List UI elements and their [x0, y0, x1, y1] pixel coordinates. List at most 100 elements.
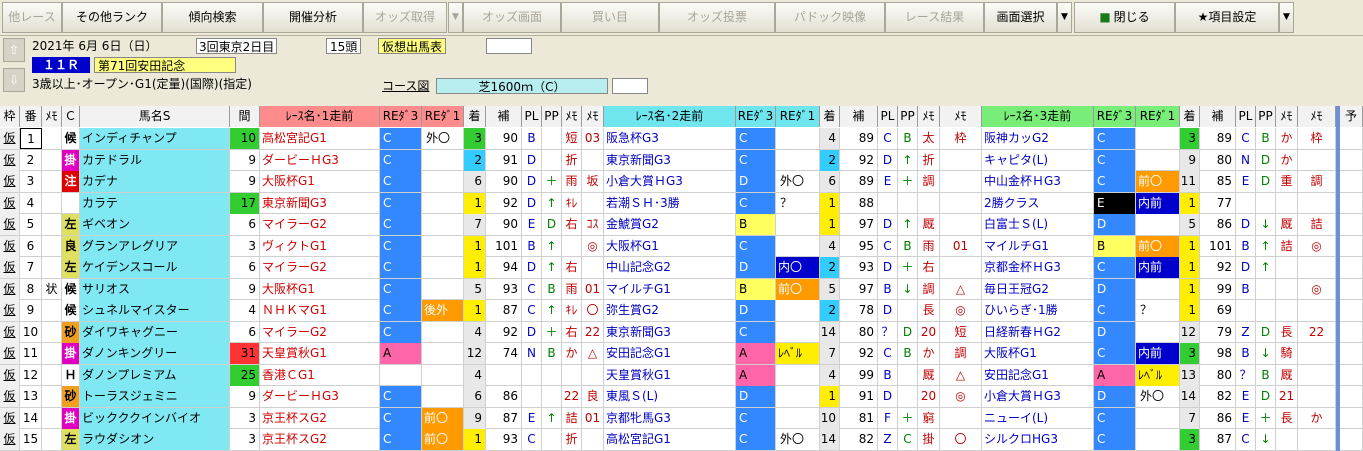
toolbar-button-label: パドック映像 — [793, 10, 867, 24]
toolbar-button-3[interactable]: 開催分析 — [263, 2, 363, 33]
race-name-cell: ひいらぎ･1勝 — [982, 300, 1094, 321]
pp-cell: B — [898, 343, 918, 364]
col-header-red1[interactable]: REﾀﾞ1 — [422, 106, 464, 127]
col-header-pp[interactable]: PP — [1256, 106, 1276, 127]
gate-cell: 仮 — [0, 171, 20, 192]
col-header-ho[interactable]: 補 — [1200, 106, 1236, 127]
toolbar-button-5[interactable]: オッズ画面 — [463, 2, 561, 33]
col-header-chaku[interactable]: 着 — [464, 106, 486, 127]
col-header-memo[interactable]: ﾒﾓ — [42, 106, 62, 127]
red1-cell — [776, 214, 820, 235]
gate-cell: 仮 — [0, 257, 20, 278]
col-header-pl[interactable]: PL — [522, 106, 542, 127]
rating-cell: 99 — [1200, 278, 1236, 300]
col-header-yo[interactable]: 予 — [1340, 106, 1363, 127]
horse-number-cell: 7 — [20, 257, 42, 278]
col-header-m2[interactable]: ﾒﾓ — [940, 106, 982, 127]
toolbar-button-9[interactable]: レース結果 — [885, 2, 984, 33]
finish-cell: 5 — [820, 278, 840, 300]
interval-cell: 6 — [230, 257, 260, 278]
pl-cell: B — [878, 278, 898, 300]
table-row[interactable]: 仮 1 候インディチャンプ 10 高松宮記G1 C 外〇 3 90 B 短 03 阪急杯G3 C 4 89 C B… — [0, 128, 1363, 150]
table-row[interactable]: 仮 5 左ギベオン 6 マイラーG2 C 7 90 E D 右ｺｽ 金鯱賞G2 B 1 97 D ↑ 厩白富士Ｓ(… — [0, 214, 1363, 236]
table-row[interactable]: 仮 2 掛カテドラル 9 ダービーＨG3 C 2 91 D 折東京新聞G3 C 2 92 D ↑ 折キャピタ(… — [0, 149, 1363, 171]
table-row[interactable]: 仮 10 砂ダイワキャグニー 6 マイラーG2 C 4 92 D ＋右 22 東京新聞G3 C 14 80？… — [0, 321, 1363, 343]
table-row[interactable]: 仮 3 注カデナ 9 大阪杯G1 C 6 90 D ＋雨坂小倉大賞ＨG3 D 外〇 6 89 E ＋調中山金杯… — [0, 171, 1363, 193]
red3-cell: C — [1094, 149, 1136, 171]
col-header-m1[interactable]: ﾒﾓ — [562, 106, 582, 127]
toolbar-button-label: 傾向検索 — [188, 10, 237, 24]
finish-cell: 1 — [464, 300, 486, 321]
col-header-interval[interactable]: 間 — [230, 106, 260, 127]
col-header-red3[interactable]: REﾀﾞ3 — [1094, 106, 1136, 127]
col-header-pl[interactable]: PL — [878, 106, 898, 127]
toolbar-button-11[interactable]: ■ 閉じる — [1074, 2, 1175, 33]
prev-race-arrow-icon[interactable]: ⇧ — [3, 38, 25, 62]
red1-cell — [776, 300, 820, 321]
col-header-m2[interactable]: ﾒﾓ — [582, 106, 604, 127]
dropdown-arrow-icon[interactable]: ▼ — [1057, 2, 1072, 33]
red1-cell: 外〇 — [1136, 386, 1180, 407]
race-name-cell: 安田記念G1 — [982, 364, 1094, 386]
horse-number-cell: 2 — [20, 149, 42, 171]
toolbar-button-1[interactable]: その他ランク — [62, 2, 162, 33]
table-row[interactable]: 仮 12 Ｈ ダノンプレミアム 25 香港ＣG1 4 天皇賞秋G1 A 4 99 B 厩 △ 安田記念G1 A… — [0, 364, 1363, 386]
col-header-ho[interactable]: 補 — [840, 106, 878, 127]
col-header-ban[interactable]: 番 — [20, 106, 42, 127]
col-header-race3[interactable]: ﾚｰｽ名･3走前 — [982, 106, 1094, 127]
col-header-chaku[interactable]: 着 — [1180, 106, 1200, 127]
col-header-c[interactable]: Ｃ — [62, 106, 80, 127]
col-header-name[interactable]: 馬名S — [80, 106, 230, 127]
col-header-race2[interactable]: ﾚｰｽ名･2走前 — [604, 106, 736, 127]
table-row[interactable]: 仮 4 カラテ 17 東京新聞G3 C 1 92 D ↑ ｷﾚ 若潮ＳＨ･3勝 C？ 1 88 2勝クラス E 内… — [0, 192, 1363, 214]
toolbar-button-0[interactable]: 他レース — [2, 2, 62, 33]
toolbar-button-4[interactable]: オッズ取得 — [363, 2, 447, 33]
c-mark-cell: 掛 — [62, 149, 80, 171]
col-header-m1[interactable]: ﾒﾓ — [1276, 106, 1298, 127]
col-header-race1[interactable]: ﾚｰｽ名･1走前 — [260, 106, 380, 127]
col-header-red1[interactable]: REﾀﾞ1 — [1136, 106, 1180, 127]
race-name-cell: ダービーＨG3 — [260, 149, 380, 171]
col-header-red3[interactable]: REﾀﾞ3 — [380, 106, 422, 127]
rating-cell — [486, 364, 522, 386]
toolbar-button-8[interactable]: パドック映像 — [775, 2, 885, 33]
toolbar-button-6[interactable]: 買い目 — [561, 2, 659, 33]
col-header-red1[interactable]: REﾀﾞ1 — [776, 106, 820, 127]
race-info-panel: ⇧ ⇩ 2021年 6月 6日（日） 3回東京2日目 15頭 仮想出馬表 １１Ｒ… — [0, 36, 1363, 98]
race-date: 2021年 6月 6日（日） — [32, 39, 158, 53]
course-map-link[interactable]: コース図 — [382, 78, 429, 94]
table-row[interactable]: 仮 7 左ケイデンスコール 6 マイラーG2 C 1 94 D ↑ 右中山記念G2 D 内〇 2 93 D ＋右… — [0, 257, 1363, 279]
table-row[interactable]: 仮 11 掛ダノンキングリー 31 天皇賞秋G1 A 12 74 N B か △ 安田記念G1 A ﾚﾍﾞﾙ… — [0, 343, 1363, 365]
col-header-ho[interactable]: 補 — [486, 106, 522, 127]
pl-cell: E — [1236, 171, 1256, 192]
red3-cell: D — [1094, 386, 1136, 407]
col-header-m1[interactable]: ﾒﾓ — [918, 106, 940, 127]
toolbar-button-7[interactable]: オッズ投票 — [659, 2, 775, 33]
col-header-m2[interactable]: ﾒﾓ — [1298, 106, 1336, 127]
table-row[interactable]: 仮 9 候シュネルマイスター 4 ＮＨＫマG1 C 後外 1 87 C ↑ ｷﾚ〇弥生賞G2 D 2 78 D… — [0, 300, 1363, 322]
next-race-arrow-icon[interactable]: ⇩ — [3, 68, 25, 92]
memo-cell — [1276, 278, 1298, 300]
table-row[interactable]: 仮 6 良グランアレグリア 3 ヴィクトG1 C 1 101 B ↑ ◎ 大阪杯G1 C 4 95 C B 雨 01… — [0, 235, 1363, 257]
finish-cell: 2 — [820, 257, 840, 278]
table-row[interactable]: 仮 13 砂トーラスジェミニ 9 ダービーＨG3 C 6 86 22 良東風Ｓ(L) D 1 91 D 20… — [0, 386, 1363, 408]
col-header-chaku[interactable]: 着 — [820, 106, 840, 127]
col-header-red3[interactable]: REﾀﾞ3 — [736, 106, 776, 127]
col-header-waku[interactable]: 枠 — [0, 106, 20, 127]
col-header-pl[interactable]: PL — [1236, 106, 1256, 127]
toolbar-button-2[interactable]: 傾向検索 — [162, 2, 263, 33]
col-header-pp[interactable]: PP — [542, 106, 562, 127]
pp-cell: D — [1256, 171, 1276, 192]
table-row[interactable]: 仮 14 掛ビックククインバイオ 3 京王杯スG2 C 前〇 9 87 E ↑ 詰 01 京都牝馬G3 C 1… — [0, 407, 1363, 429]
dropdown-arrow-icon[interactable]: ▼ — [448, 2, 463, 33]
table-row[interactable]: 仮 15 左ラウダシオン 3 京王杯スG2 C 前〇 1 93 C 折高松宮記G1 C 外〇 14 82 Z C… — [0, 429, 1363, 451]
c-mark-cell: 掛 — [62, 343, 80, 364]
c-mark-cell: 掛 — [62, 407, 80, 429]
pl-cell: B — [522, 128, 542, 149]
dropdown-arrow-icon[interactable]: ▼ — [1279, 2, 1294, 33]
toolbar-button-10[interactable]: 画面選択 — [984, 2, 1057, 33]
toolbar-button-12[interactable]: ★項目設定 — [1175, 2, 1279, 33]
memo-cell — [940, 192, 982, 214]
table-row[interactable]: 仮 8 状候サリオス 9 大阪杯G1 C 5 93 C B 雨 01 マイルチG1 B 前〇 5 97 B ↓ 調 △ 毎… — [0, 278, 1363, 300]
col-header-pp[interactable]: PP — [898, 106, 918, 127]
